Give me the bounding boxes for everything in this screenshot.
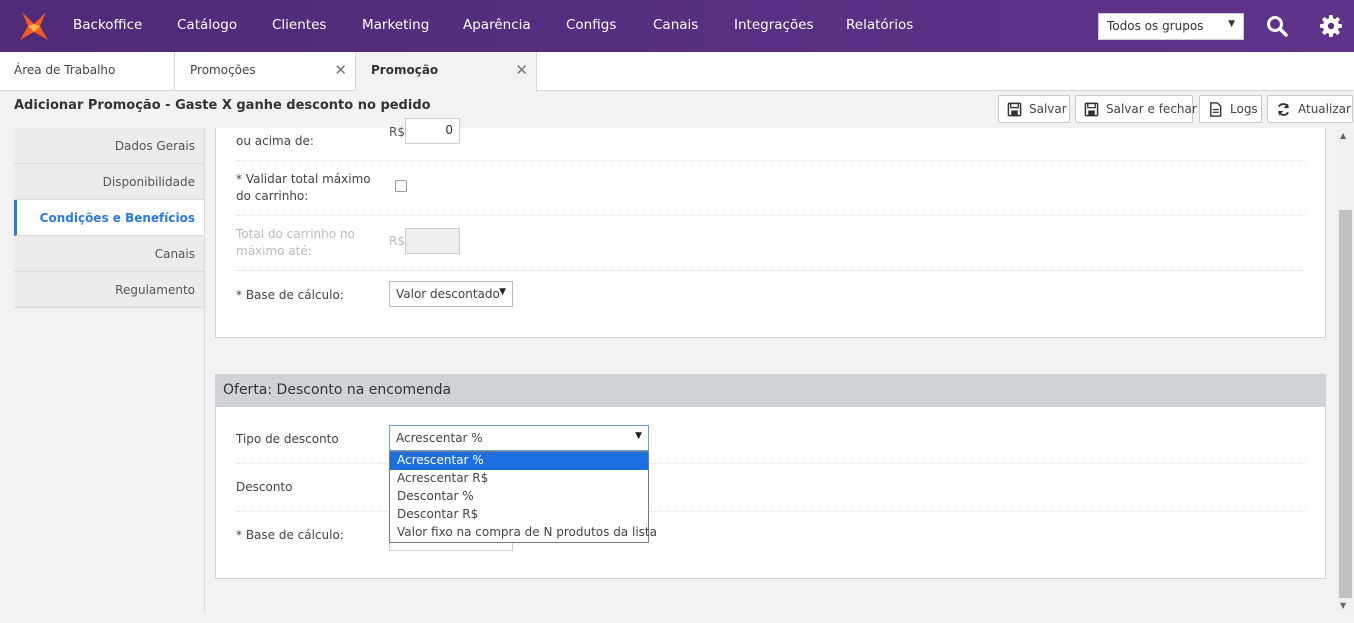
nav-configs[interactable]: Configs	[566, 17, 616, 33]
save-button[interactable]: Salvar	[998, 95, 1070, 123]
gear-icon[interactable]	[1319, 14, 1343, 38]
option-valor-fixo[interactable]: Valor fixo na compra de N produtos da li…	[390, 524, 657, 542]
conditions-panel: ou acima de: R$ 0 * Validar total máximo…	[215, 118, 1326, 338]
chevron-down-icon: ▼	[635, 431, 642, 441]
min-total-input[interactable]: 0	[405, 118, 460, 144]
sidebar-item-disponibilidade[interactable]: Disponibilidade	[14, 164, 205, 200]
close-icon[interactable]: ✕	[515, 61, 528, 79]
tab-promocao[interactable]: Promoção ✕	[356, 52, 537, 92]
group-select[interactable]: Todos os grupos ▼	[1098, 13, 1244, 40]
option-acrescentar-reais[interactable]: Acrescentar R$	[390, 470, 648, 488]
close-icon[interactable]: ✕	[334, 61, 347, 79]
option-acrescentar-percent[interactable]: Acrescentar %	[390, 452, 648, 470]
top-navbar: Backoffice Catálogo Clientes Marketing A…	[0, 0, 1354, 52]
floppy-disk-icon	[1007, 102, 1022, 117]
page-title: Adicionar Promoção - Gaste X ganhe desco…	[14, 98, 431, 113]
floppy-disk-icon	[1084, 102, 1099, 117]
group-select-value: Todos os grupos	[1107, 19, 1204, 33]
tab-label: Promoções	[190, 63, 256, 77]
tab-area-de-trabalho[interactable]: Área de Trabalho	[0, 52, 175, 91]
search-icon[interactable]	[1265, 14, 1289, 38]
divider	[236, 160, 1306, 161]
refresh-button[interactable]: Atualizar	[1267, 95, 1353, 123]
scrollbar-thumb[interactable]	[1339, 210, 1352, 598]
nav-backoffice[interactable]: Backoffice	[73, 17, 142, 33]
tab-label: Promoção	[371, 63, 439, 77]
discount-type-label: Tipo de desconto	[236, 432, 339, 446]
save-close-button[interactable]: Salvar e fechar	[1075, 95, 1197, 123]
calc-base-value: Valor descontado	[396, 287, 500, 301]
offer-calc-base-label: * Base de cálculo:	[236, 528, 344, 542]
brand-logo-icon[interactable]	[16, 8, 52, 44]
nav-integracoes[interactable]: Integrações	[734, 17, 814, 33]
validate-max-total-checkbox[interactable]	[395, 180, 407, 192]
logs-button-label: Logs	[1230, 102, 1258, 116]
min-total-label: ou acima de:	[236, 134, 314, 148]
scroll-down-icon[interactable]: ▼	[1340, 601, 1346, 610]
offer-panel-title: Oferta: Desconto na encomenda	[216, 375, 1325, 407]
tab-promocoes[interactable]: Promoções ✕	[175, 52, 356, 91]
scroll-up-icon[interactable]: ▲	[1340, 131, 1346, 140]
calc-base-select[interactable]: Valor descontado ▼	[389, 281, 513, 307]
max-total-input	[405, 228, 460, 254]
nav-relatorios[interactable]: Relatórios	[846, 17, 913, 33]
option-descontar-percent[interactable]: Descontar %	[390, 488, 648, 506]
sidebar-item-regulamento[interactable]: Regulamento	[14, 272, 205, 308]
logs-button[interactable]: Logs	[1199, 95, 1262, 123]
tab-label: Área de Trabalho	[14, 63, 116, 77]
nav-aparencia[interactable]: Aparência	[463, 17, 531, 33]
discount-type-value: Acrescentar %	[396, 431, 483, 445]
discount-label: Desconto	[236, 480, 293, 494]
validate-max-total-label: * Validar total máximo do carrinho:	[236, 172, 371, 203]
divider	[236, 270, 1306, 271]
tab-bar: Área de Trabalho Promoções ✕ Promoção ✕	[0, 52, 1354, 92]
nav-canais[interactable]: Canais	[653, 17, 698, 33]
divider	[204, 128, 205, 613]
option-descontar-reais[interactable]: Descontar R$	[390, 506, 648, 524]
nav-marketing[interactable]: Marketing	[362, 17, 429, 33]
sidebar-item-dados-gerais[interactable]: Dados Gerais	[14, 128, 205, 164]
chevron-down-icon: ▼	[499, 287, 506, 297]
sidebar-item-canais[interactable]: Canais	[14, 236, 205, 272]
refresh-button-label: Atualizar	[1298, 102, 1351, 116]
sidebar-item-condicoes-beneficios[interactable]: Condições e Benefícios	[14, 200, 205, 236]
nav-catalogo[interactable]: Catálogo	[177, 17, 237, 33]
max-total-label: Total do carrinho no máximo até:	[236, 227, 355, 258]
discount-type-select[interactable]: Acrescentar % ▼	[389, 425, 649, 451]
save-button-label: Salvar	[1029, 102, 1067, 116]
save-close-button-label: Salvar e fechar	[1106, 102, 1197, 116]
currency-label: R$	[389, 125, 405, 139]
nav-clientes[interactable]: Clientes	[272, 17, 326, 33]
divider	[236, 215, 1306, 216]
side-menu: Dados Gerais Disponibilidade Condições e…	[14, 128, 205, 308]
calc-base-label: * Base de cálculo:	[236, 288, 344, 302]
offer-panel: Oferta: Desconto na encomenda Tipo de de…	[215, 374, 1326, 579]
discount-type-dropdown: Acrescentar % Acrescentar R$ Descontar %…	[389, 451, 657, 543]
chevron-down-icon: ▼	[1228, 19, 1235, 29]
currency-label: R$	[389, 234, 405, 248]
document-icon	[1210, 102, 1222, 117]
refresh-icon	[1277, 103, 1290, 116]
